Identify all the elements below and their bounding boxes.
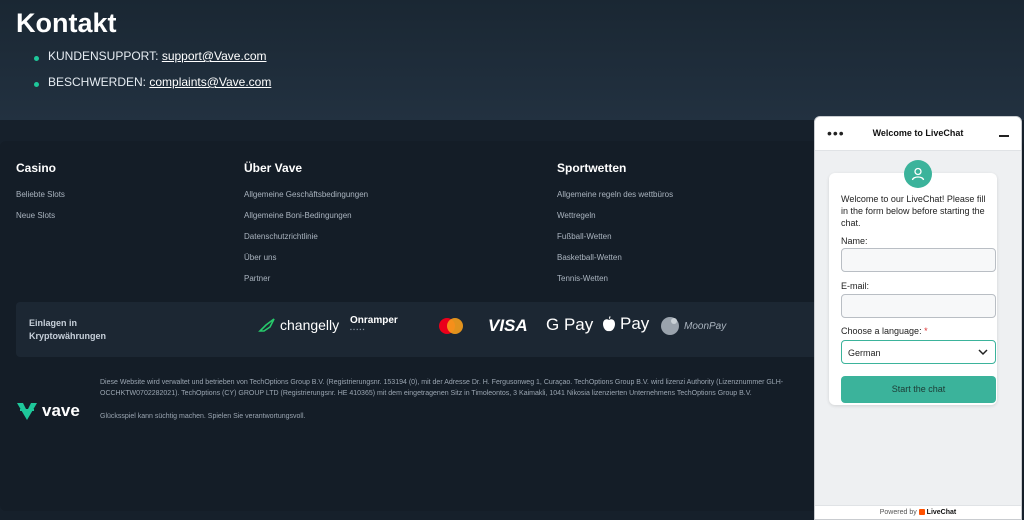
contact-list: KUNDENSUPPORT: support@Vave.com BESCHWER… (34, 49, 271, 101)
chevron-down-icon (978, 349, 988, 356)
email-label: E-mail: (841, 281, 870, 291)
contact-label: BESCHWERDEN: (48, 75, 150, 89)
name-label: Name: (841, 236, 868, 246)
footer-column-casino: Casino Beliebte Slots Neue Slots (16, 161, 65, 232)
footer-link[interactable]: Über uns (244, 253, 368, 274)
support-email-link[interactable]: support@Vave.com (162, 49, 267, 63)
footer-link[interactable]: Basketball-Wetten (557, 253, 673, 274)
livechat-logo-icon (918, 509, 925, 515)
contact-section: Kontakt KUNDENSUPPORT: support@Vave.com … (0, 0, 1024, 120)
responsible-gaming-text: Glücksspiel kann süchtig machen. Spielen… (100, 413, 306, 420)
license-text: Diese Website wird verwaltet und betrieb… (100, 379, 784, 397)
language-label: Choose a language: * (841, 326, 928, 336)
contact-item-complaints: BESCHWERDEN: complaints@Vave.com (34, 75, 271, 101)
page-title: Kontakt (16, 8, 117, 38)
email-input[interactable] (841, 294, 996, 318)
google-pay-logo: G Pay (546, 315, 594, 334)
livechat-widget: ••• Welcome to LiveChat Welcome to our L… (814, 116, 1022, 520)
chat-title: Welcome to LiveChat (872, 128, 964, 138)
rocket-icon (258, 318, 275, 332)
footer-column-about: Über Vave Allgemeine Geschäftsbedingunge… (244, 161, 368, 295)
powered-by: Powered by LiveChat (815, 505, 1021, 519)
footer-link[interactable]: Wettregeln (557, 211, 673, 232)
name-input[interactable] (841, 248, 996, 272)
moon-icon (661, 317, 679, 335)
user-avatar-icon (904, 160, 932, 188)
prechat-form: Welcome to our LiveChat! Please fill in … (829, 173, 997, 405)
footer-link[interactable]: Fußball-Wetten (557, 232, 673, 253)
footer-link[interactable]: Tennis-Wetten (557, 274, 673, 295)
visa-logo: VISA (488, 316, 528, 335)
language-select[interactable]: German (841, 340, 996, 364)
footer-link[interactable]: Allgemeine Boni-Bedingungen (244, 211, 368, 232)
mastercard-icon (439, 318, 463, 334)
footer-column-title: Sportwetten (557, 161, 627, 175)
footer-link[interactable]: Allgemeine Geschäftsbedingungen (244, 190, 368, 211)
footer-link[interactable]: Datenschutzrichtlinie (244, 232, 368, 253)
contact-item-support: KUNDENSUPPORT: support@Vave.com (34, 49, 271, 75)
crypto-label: Einlagen in Kryptowährungen (29, 318, 107, 341)
footer-link[interactable]: Beliebte Slots (16, 190, 65, 211)
footer-column-title: Casino (16, 161, 57, 175)
mastercard-logo (436, 317, 466, 335)
footer-link[interactable]: Neue Slots (16, 211, 65, 232)
complaints-email-link[interactable]: complaints@Vave.com (149, 75, 271, 89)
contact-label: KUNDENSUPPORT: (48, 49, 162, 63)
chat-intro: Welcome to our LiveChat! Please fill in … (841, 194, 986, 228)
moonpay-logo: MoonPay (660, 316, 726, 336)
footer-link[interactable]: Allgemeine regeln des wettbüros (557, 190, 673, 211)
start-chat-button[interactable]: Start the chat (841, 376, 996, 403)
minimize-icon[interactable] (999, 135, 1009, 137)
changelly-logo: changelly (258, 317, 339, 333)
chat-header: ••• Welcome to LiveChat (815, 117, 1021, 151)
apple-icon (603, 315, 615, 331)
apple-pay-logo: Pay (602, 314, 649, 334)
footer-column-title: Über Vave (244, 161, 303, 175)
crypto-payments-bar: Einlagen in Kryptowährungen changelly On… (16, 302, 824, 357)
vave-logo-icon (17, 403, 37, 420)
onramper-logo: Onramper ▪ ▪ ▪ ▪ ▪ (350, 315, 398, 333)
footer-column-sports: Sportwetten Allgemeine regeln des wettbü… (557, 161, 673, 295)
legal-text: Diese Website wird verwaltet und betrieb… (100, 377, 810, 434)
vave-logo[interactable]: vave (16, 400, 80, 422)
footer-link[interactable]: Partner (244, 274, 368, 295)
onramper-subicons: ▪ ▪ ▪ ▪ ▪ (350, 327, 365, 333)
